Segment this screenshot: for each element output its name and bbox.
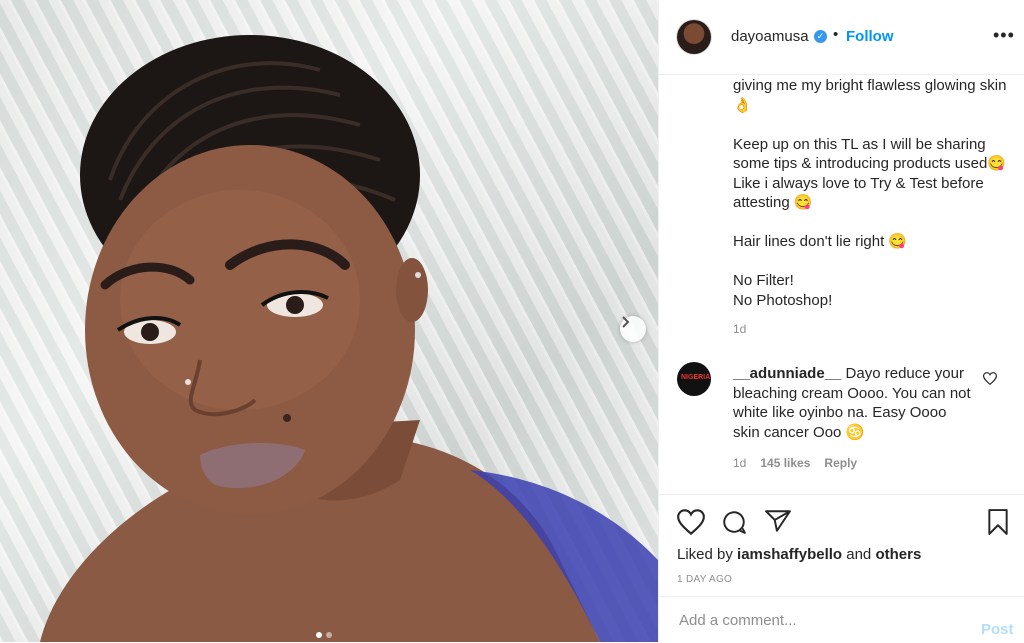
author-username[interactable]: dayoamusa [731,28,809,45]
post-comment-button[interactable]: Post [981,621,1014,638]
likes-middle: and [842,546,876,563]
author-avatar[interactable] [677,20,711,54]
comment-meta: 1d 145 likes Reply [733,456,857,470]
caption-line: Keep up on this TL as I will be sharing … [733,135,1006,212]
caption-timestamp[interactable]: 1d [733,322,746,336]
header-separator: • [833,26,839,43]
commenter-avatar-text: NIGERIA [681,374,711,381]
next-photo-button[interactable] [620,316,646,342]
heart-icon[interactable] [677,509,705,535]
commenter-username[interactable]: __adunniade__ [733,365,841,382]
caption-line: giving me my bright flawless glowing ski… [733,77,1007,114]
comment-body: __adunniade__ Dayo reduce your bleaching… [733,364,977,442]
comment-timestamp[interactable]: 1d [733,456,746,470]
likes-prefix: Liked by [677,546,738,563]
chevron-right-icon [622,316,630,328]
action-bar [659,494,1024,545]
commenter-avatar[interactable]: NIGERIA [677,362,711,396]
post-side-panel: dayoamusa ✓ • Follow ••• giving me my br… [658,0,1024,642]
reply-button[interactable]: Reply [824,456,857,470]
add-comment-bar: Post [659,596,1024,643]
share-icon[interactable] [765,509,791,533]
caption-line: No Filter! No Photoshop! [733,272,833,309]
bookmark-icon[interactable] [987,509,1009,535]
verified-badge-icon: ✓ [814,30,827,43]
post-header: dayoamusa ✓ • Follow ••• [659,0,1024,75]
selfie-illustration [40,35,658,642]
more-options-icon[interactable]: ••• [993,26,1015,44]
comment-like-heart-icon[interactable] [983,372,997,385]
carousel-indicator [316,632,332,638]
add-comment-input[interactable] [677,611,971,630]
follow-button[interactable]: Follow [846,28,894,45]
comment-icon[interactable] [721,509,747,535]
post-photo[interactable] [0,0,658,642]
likes-summary: Liked by iamshaffybello and others [677,546,921,563]
comment-likes[interactable]: 145 likes [760,456,810,470]
post-caption: giving me my bright flawless glowing ski… [733,76,1013,330]
liked-by-others[interactable]: others [875,546,921,563]
post-date[interactable]: 1 DAY AGO [677,574,732,585]
liked-by-user[interactable]: iamshaffybello [737,546,842,563]
caption-line: Hair lines don't lie right 😋 [733,233,908,250]
carousel-dot [316,632,322,638]
carousel-dot [326,632,332,638]
